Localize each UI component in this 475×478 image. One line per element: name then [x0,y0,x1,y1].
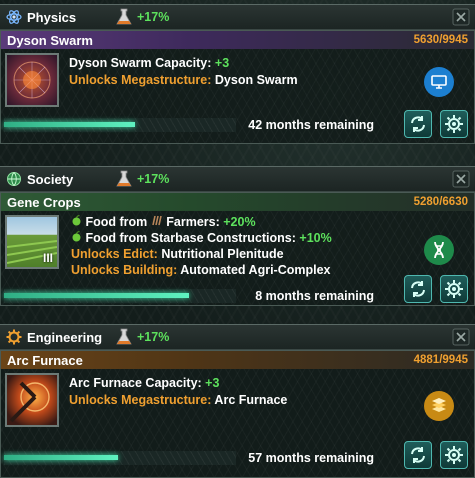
progress-fill [4,455,118,460]
research-flask-icon [113,169,135,189]
research-boost: +17% [137,10,170,24]
tech-title-bar: Gene Crops 5280/6630 [1,193,474,211]
computer-icon [424,67,454,97]
tech-name: Gene Crops [7,194,81,210]
society-section: Society +17% Gene Crops 5280/6630 III Fo… [0,166,475,306]
category-label: Society [27,171,74,187]
refresh-icon [411,447,425,463]
progress-bar [4,289,236,303]
close-icon[interactable] [451,7,471,27]
close-icon[interactable] [451,327,471,347]
progress-fill [4,122,136,127]
tech-name: Dyson Swarm [7,32,93,48]
time-remaining: 42 months remaining [248,118,374,132]
gear-icon [445,446,463,464]
refresh-icon [411,281,425,297]
atom-icon [5,8,23,26]
research-points: 5630/9945 [413,34,468,46]
research-points: 4881/9945 [413,354,468,366]
progress-fill [4,293,189,298]
physics-section: Physics +17% Dyson Swarm 5630/9945 Dyson… [0,4,475,144]
close-icon[interactable] [451,169,471,189]
gear-icon [445,280,463,298]
tech-name: Arc Furnace [7,352,83,368]
category-header-society[interactable]: Society +17% [0,166,475,192]
category-label: Physics [27,9,77,25]
tech-card-arc-furnace[interactable]: Arc Furnace 4881/9945 Arc Furnace Capaci… [0,350,475,478]
category-label: Engineering [27,329,103,345]
food-icon [71,230,85,245]
reroll-button[interactable] [404,441,432,469]
tech-title-bar: Arc Furnace 4881/9945 [1,351,474,369]
tech-title-bar: Dyson Swarm 5630/9945 [1,31,474,49]
research-flask-icon [113,327,135,347]
food-icon [71,214,85,229]
progress-bar [4,451,236,465]
tech-image-gene-crops: III [5,215,59,269]
effect-row: Food from Starbase Constructions: +10% [71,230,332,246]
effect-row: Unlocks Megastructure: Arc Furnace [69,393,288,407]
tech-card-dyson-swarm[interactable]: Dyson Swarm 5630/9945 Dyson Swarm Capaci… [0,30,475,144]
effect-row: Unlocks Edict: Nutritional Plenitude [71,247,284,261]
tech-image-arc-furnace [5,373,59,427]
settings-button[interactable] [440,275,468,303]
tech-tier: III [42,251,53,265]
globe-icon [5,170,23,188]
settings-button[interactable] [440,110,468,138]
effect-row: Dyson Swarm Capacity: +3 [69,56,230,70]
time-remaining: 8 months remaining [255,289,374,303]
settings-button[interactable] [440,441,468,469]
reroll-button[interactable] [404,110,432,138]
tech-image-dyson-swarm [5,53,59,107]
research-flask-icon [113,7,135,27]
gear-icon [5,328,23,346]
tech-effects: Food from Farmers: +20% Food from Starba… [71,214,332,278]
research-boost: +17% [137,330,170,344]
category-header-physics[interactable]: Physics +17% [0,4,475,30]
farmer-icon [151,215,166,229]
category-header-engineering[interactable]: Engineering +17% [0,324,475,350]
tech-effects: Dyson Swarm Capacity: +3 Unlocks Megastr… [69,55,298,89]
progress-bar [4,118,236,132]
gear-icon [445,115,463,133]
reroll-button[interactable] [404,275,432,303]
time-remaining: 57 months remaining [248,451,374,465]
tech-card-gene-crops[interactable]: Gene Crops 5280/6630 III Food from Farme… [0,192,475,306]
research-points: 5280/6630 [413,196,468,208]
dna-icon [424,235,454,265]
refresh-icon [411,116,425,132]
research-boost: +17% [137,172,170,186]
effect-row: Arc Furnace Capacity: +3 [69,376,220,390]
engineering-section: Engineering +17% Arc Furnace 4881/9945 A… [0,324,475,478]
effect-row: Food from Farmers: +20% [71,214,332,230]
materials-icon [424,391,454,421]
effect-row: Unlocks Megastructure: Dyson Swarm [69,73,298,87]
effect-row: Unlocks Building: Automated Agri-Complex [71,263,331,277]
tech-effects: Arc Furnace Capacity: +3 Unlocks Megastr… [69,375,287,409]
